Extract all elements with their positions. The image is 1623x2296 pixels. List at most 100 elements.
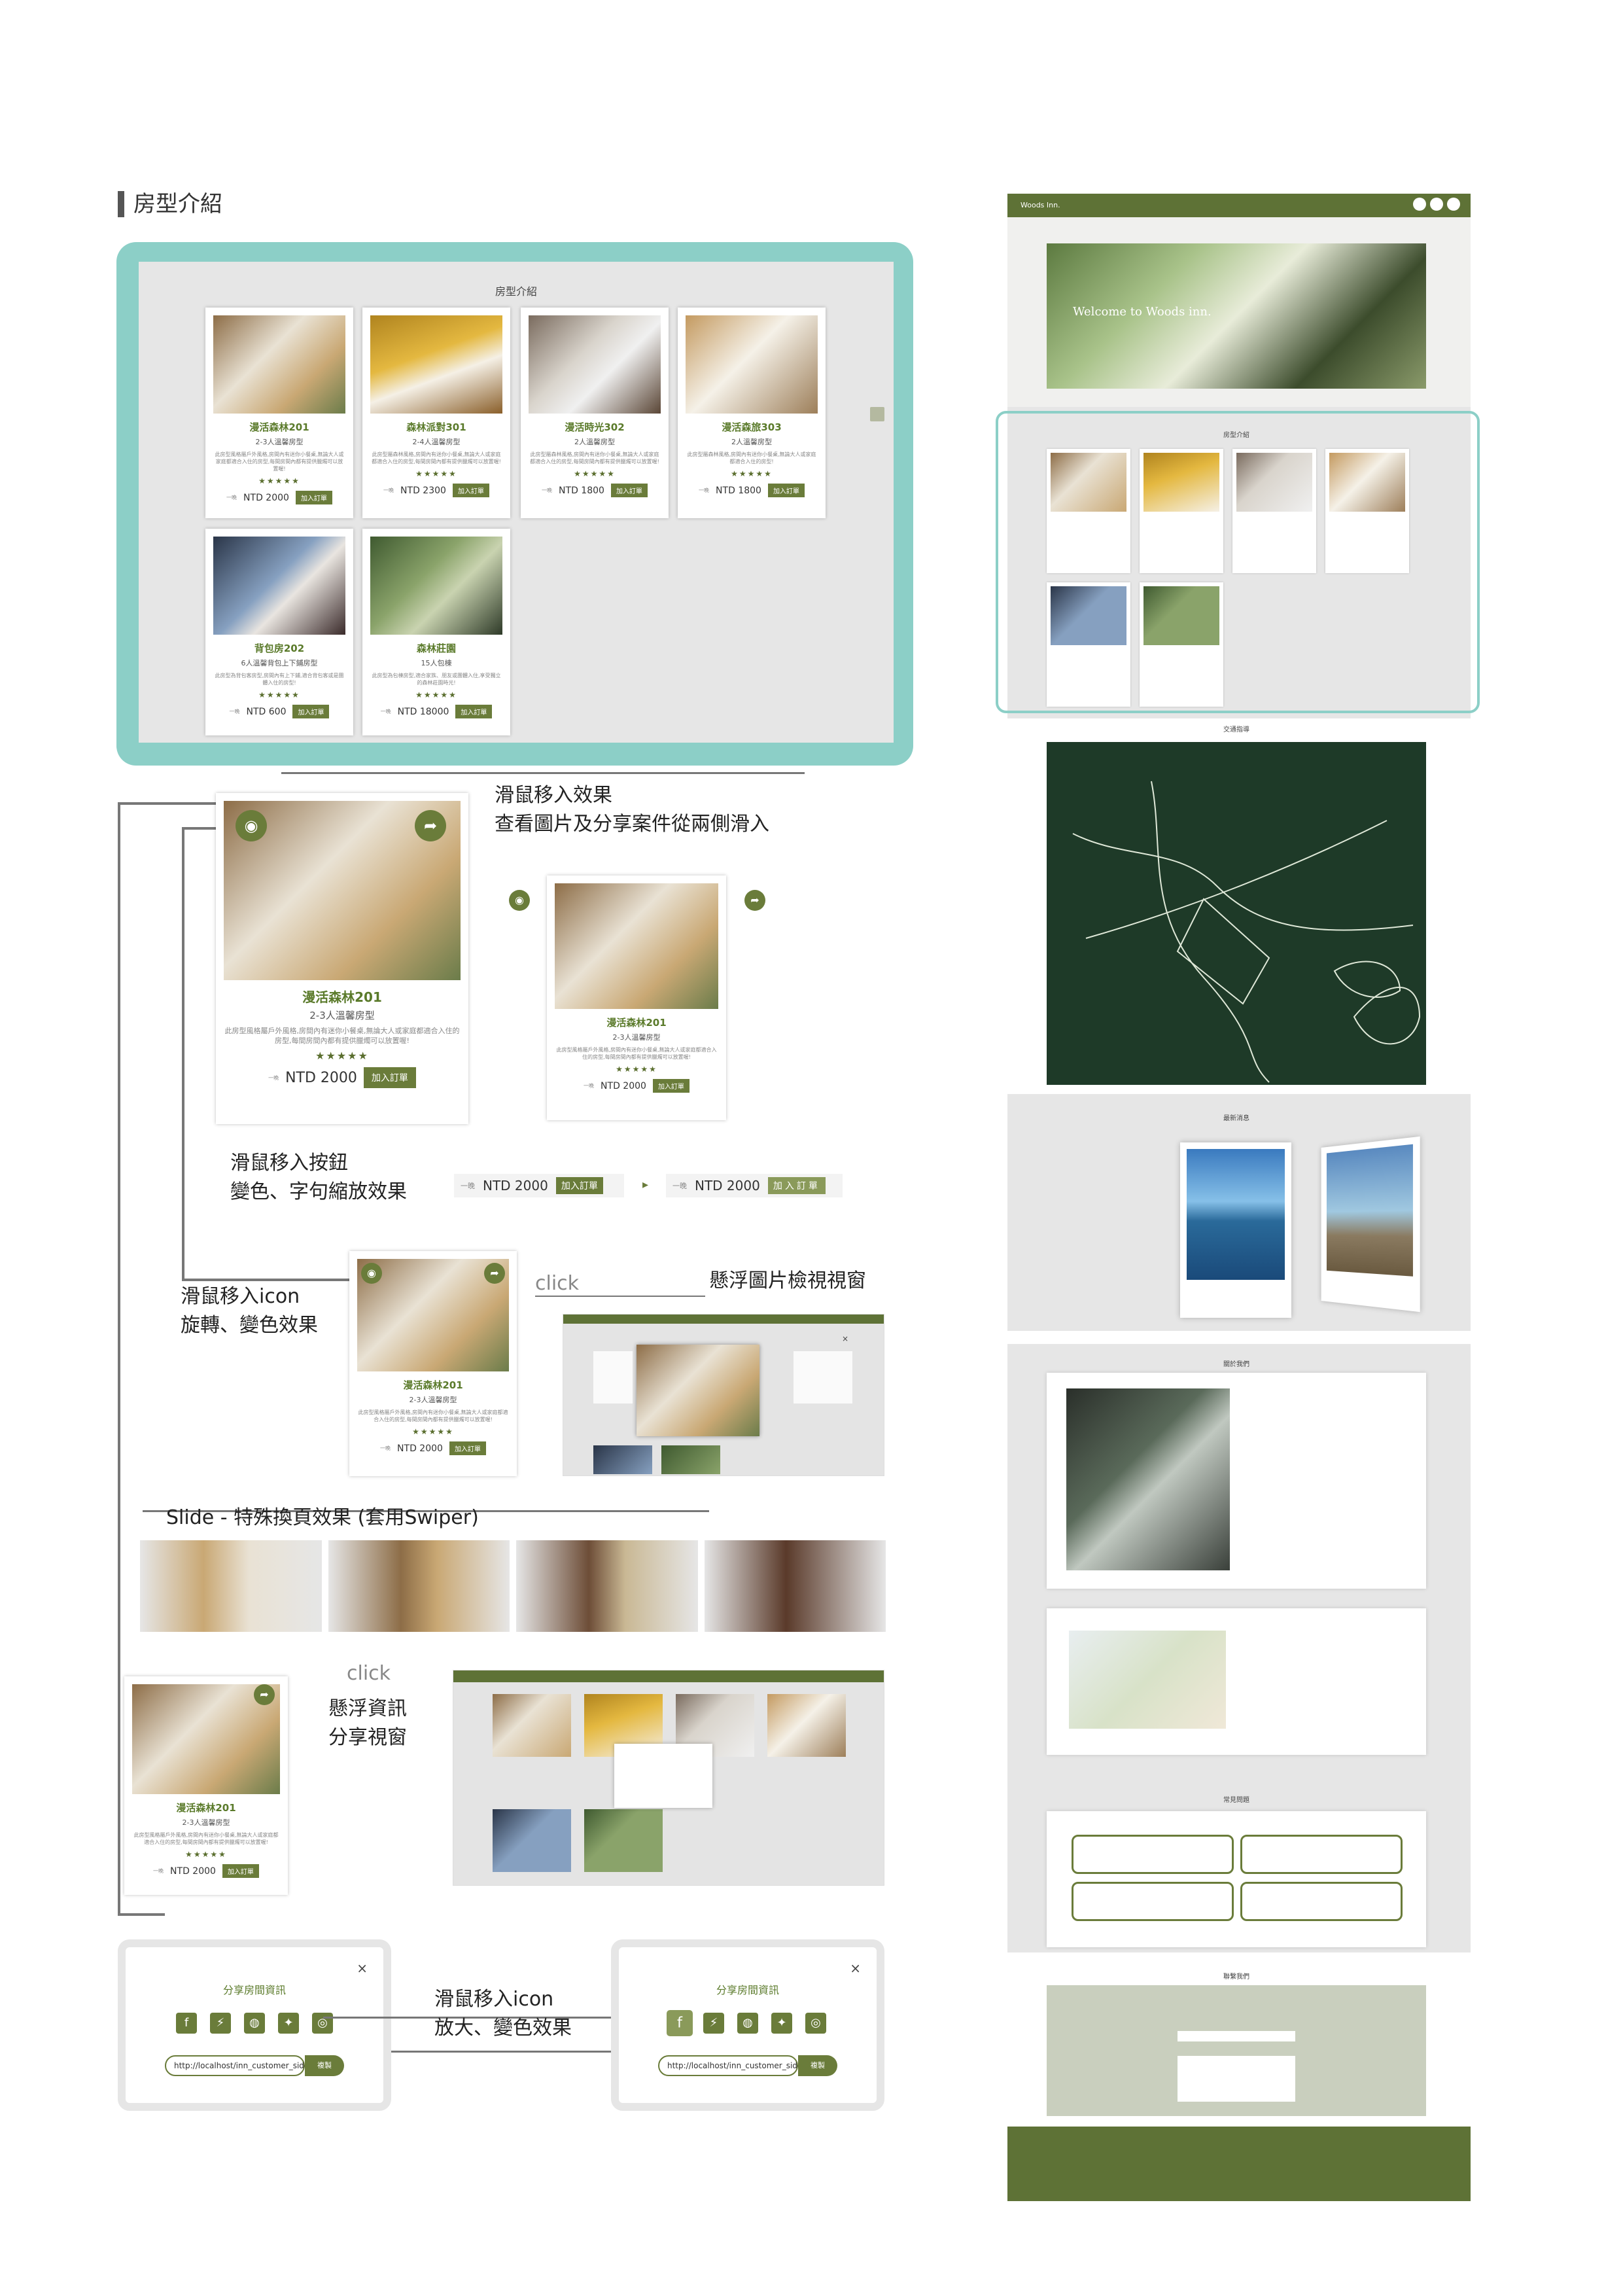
add-order-button[interactable]: 加入訂單 (449, 1441, 486, 1455)
nav-social (1413, 198, 1460, 211)
annotation-hover-icon-zoom: 滑鼠移入icon 放大、變色效果 (434, 1988, 572, 2040)
room-price: NTD 2000 (601, 1080, 646, 1091)
site-nav: Woods Inn. (1007, 194, 1471, 217)
eye-icon[interactable]: ◉ (236, 810, 267, 841)
add-order-button[interactable]: 加入訂單 (452, 484, 489, 497)
facebook-icon[interactable]: f (667, 2010, 693, 2036)
room-photo (529, 315, 661, 414)
copy-button[interactable]: 複製 (798, 2055, 837, 2076)
price-prefix: 一晚 (672, 1182, 687, 1190)
faq-item[interactable] (1240, 1835, 1403, 1874)
room-price: NTD 2000 (695, 1178, 760, 1193)
instagram-icon[interactable]: ◎ (805, 2013, 826, 2034)
instagram-icon[interactable] (1447, 198, 1460, 211)
site-room-card[interactable] (1232, 449, 1316, 573)
mini-nav (453, 1670, 884, 1682)
add-order-button[interactable]: 加入訂單 (555, 1177, 603, 1194)
share-icon[interactable]: ➦ (484, 1263, 505, 1284)
add-order-button[interactable]: 加入訂單 (610, 484, 648, 497)
add-order-button[interactable]: 加入訂單 (652, 1079, 689, 1093)
news-card[interactable] (1321, 1136, 1420, 1313)
messenger-icon[interactable]: ⚡ (703, 2013, 724, 2034)
room-capacity: 2人溫馨房型 (731, 438, 772, 446)
share-icon[interactable]: ➦ (744, 890, 765, 911)
room-price: NTD 2000 (243, 492, 289, 503)
room-photo (370, 315, 502, 414)
room-photo (213, 315, 345, 414)
add-order-button[interactable]: 加入訂單 (292, 705, 330, 718)
room-card[interactable]: 背包房202 6人溫馨背包上下鋪房型 此房型為背包客房型,房間內有上下鋪,適合背… (205, 529, 353, 735)
facebook-icon[interactable]: f (176, 2013, 197, 2034)
room-card-icon-example[interactable]: 漫活森林201 2-3人溫馨房型 此房型風格屬戶外風格,房間內有迷你小餐桌,無論… (349, 1251, 517, 1476)
room-stars: ★★★★★ (258, 690, 300, 699)
line-icon[interactable]: ◍ (244, 2013, 265, 2034)
close-icon[interactable]: × (357, 1960, 368, 1976)
room-desc: 此房型風格屬戶外風格,房間內有迷你小餐桌,無論大人或家庭都適合入住的房型,每間房… (224, 1027, 460, 1045)
close-icon[interactable]: × (842, 1334, 848, 1343)
add-order-button[interactable]: 加入訂單 (222, 1864, 259, 1878)
room-price: NTD 2300 (400, 485, 446, 496)
messenger-icon[interactable]: ⚡ (210, 2013, 231, 2034)
name-field[interactable] (1178, 2031, 1295, 2041)
viewer-side-card (593, 1351, 633, 1404)
room-card[interactable]: 森林派對301 2-4人溫馨房型 此房型屬森林風格,房間內有迷你小餐桌,無論大人… (362, 308, 510, 518)
eye-icon[interactable]: ◉ (509, 890, 530, 911)
add-order-button[interactable]: 加入訂單 (363, 1067, 416, 1088)
room-capacity: 2人溫馨房型 (574, 438, 615, 446)
room-card[interactable]: 漫活森旅303 2人溫馨房型 此房型屬森林風格,房間內有迷你小餐桌,無論大人或家… (678, 308, 826, 518)
share-url-input[interactable]: http://localhost/inn_customer_side/inn_i (658, 2055, 823, 2076)
scroll-up-button[interactable] (870, 407, 884, 421)
instagram-icon[interactable]: ◎ (312, 2013, 333, 2034)
annotation-slide: Slide - 特殊換頁效果 (套用Swiper) (166, 1506, 479, 1529)
copy-button[interactable]: 複製 (305, 2055, 344, 2076)
room-desc: 此房型風格屬戶外風格,房間內有迷你小餐桌,無論大人或家庭都適合入住的房型,每間房… (215, 451, 344, 472)
room-card-slide-example[interactable]: 漫活森林201 2-3人溫馨房型 此房型風格屬戶外風格,房間內有迷你小餐桌,無論… (547, 875, 726, 1120)
twitter-icon[interactable]: ✦ (278, 2013, 299, 2034)
share-url-input[interactable]: http://localhost/inn_customer_side/inn_i (165, 2055, 330, 2076)
faq-item[interactable] (1072, 1882, 1234, 1921)
room-capacity: 2-3人溫馨房型 (612, 1033, 661, 1042)
room-capacity: 2-3人溫馨房型 (309, 1010, 375, 1021)
annotation-hover-icon: 滑鼠移入icon 旋轉、變色效果 (181, 1285, 318, 1337)
price-prefix: 一晚 (461, 1182, 475, 1190)
room-desc: 此房型風格屬戶外風格,房間內有迷你小餐桌,無論大人或家庭都適合入住的房型,每間房… (556, 1047, 717, 1060)
site-room-card[interactable] (1140, 449, 1223, 573)
faq-item[interactable] (1240, 1882, 1403, 1921)
mini-nav (563, 1315, 884, 1324)
add-order-button[interactable]: 加入訂單 (295, 491, 332, 504)
room-card[interactable]: 漫活時光302 2人溫馨房型 此房型屬森林風格,房間內有迷你小餐桌,無論大人或家… (521, 308, 669, 518)
close-icon[interactable]: × (850, 1960, 861, 1976)
twitter-icon[interactable]: ✦ (771, 2013, 792, 2034)
share-popup-default: × 分享房間資訊 f ⚡ ◍ ✦ ◎ http://localhost/inn_… (118, 1939, 391, 2111)
facebook-icon[interactable] (1413, 198, 1426, 211)
about-panel (1047, 1373, 1426, 1589)
room-card[interactable]: 漫活森林201 2-3人溫馨房型 此房型風格屬戶外風格,房間內有迷你小餐桌,無論… (205, 308, 353, 518)
news-card[interactable] (1180, 1142, 1291, 1318)
location-panel (1047, 1608, 1426, 1755)
share-icon[interactable]: ➦ (415, 810, 446, 841)
arrow-right-icon: ▸ (642, 1178, 649, 1192)
line-icon[interactable] (1430, 198, 1443, 211)
site-room-card[interactable] (1047, 582, 1130, 707)
room-price: NTD 1800 (716, 485, 761, 496)
room-card-hover-example[interactable]: 漫活森林201 2-3人溫馨房型 此房型風格屬戶外風格,房間內有迷你小餐桌,無論… (216, 793, 468, 1124)
slide-frame (328, 1540, 510, 1632)
site-room-card[interactable] (1325, 449, 1409, 573)
price-row-before: 一晚 NTD 2000 加入訂單 (454, 1174, 624, 1197)
add-order-button[interactable]: 加入訂單 (455, 705, 493, 718)
share-icon[interactable]: ➦ (254, 1684, 275, 1705)
site-room-card[interactable] (1047, 449, 1130, 573)
room-card[interactable]: 森林莊園 15人包棟 此房型為包棟房型,適合家族、朋友或團體入住,享受獨立的森林… (362, 529, 510, 735)
add-order-button[interactable]: 加入訂單 (767, 484, 805, 497)
room-card-share-example[interactable]: 漫活森林201 2-3人溫馨房型 此房型風格屬戶外風格,房間內有迷你小餐桌,無論… (124, 1676, 288, 1895)
message-field[interactable] (1178, 2056, 1295, 2102)
price-row-after: 一晚 NTD 2000 加入訂單 (666, 1174, 843, 1197)
site-room-card[interactable] (1140, 582, 1223, 707)
room-desc: 此房型為包棟房型,適合家族、朋友或團體入住,享受獨立的森林莊園時光! (372, 673, 501, 686)
price-prefix: 一晚 (229, 709, 240, 715)
room-capacity: 2-3人溫馨房型 (409, 1396, 457, 1404)
line-icon[interactable]: ◍ (737, 2013, 758, 2034)
add-order-button[interactable]: 加入訂單 (767, 1177, 826, 1194)
eye-icon[interactable]: ◉ (361, 1263, 382, 1284)
faq-item[interactable] (1072, 1835, 1234, 1874)
